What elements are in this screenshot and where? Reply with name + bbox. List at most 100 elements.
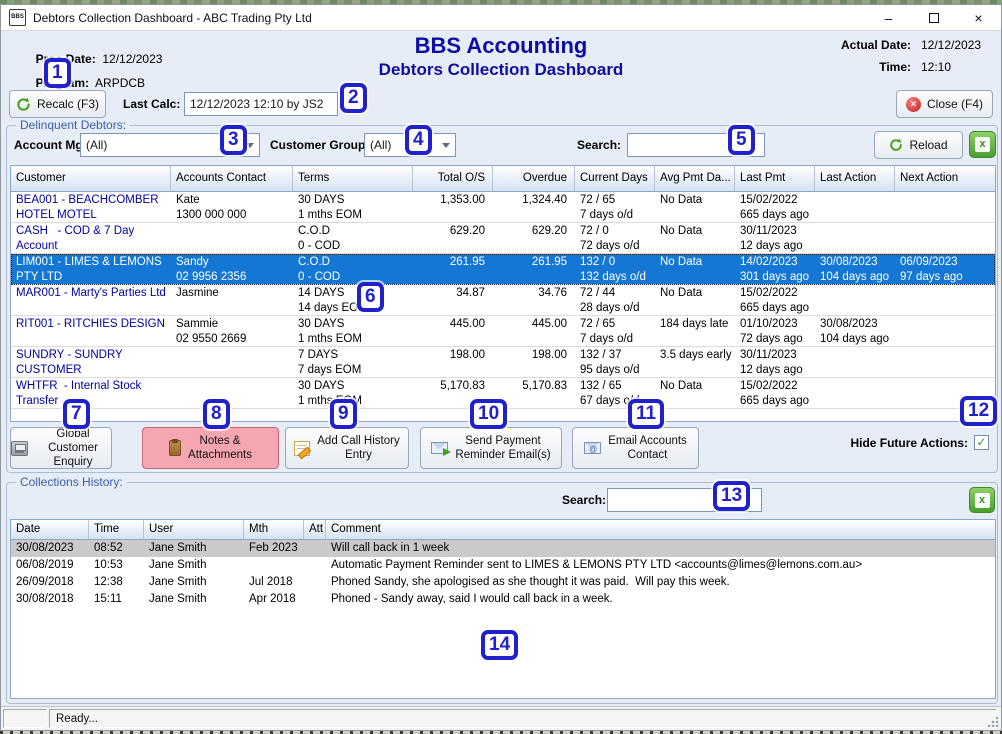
cell-overdue: 629.20 [493,223,575,253]
cell-terms: 7 DAYS7 days EOM [293,347,413,377]
cell-current_days: 132 / 0132 days o/d [575,254,655,284]
email-accounts-contact-icon [584,442,601,454]
history-row[interactable]: 30/08/201815:11Jane SmithApr 2018 Phoned… [11,591,995,608]
cell-total_os: 629.20 [413,223,493,253]
cell-current_days: 72 / 657 days o/d [575,192,655,222]
close-icon: ✕ [906,97,921,112]
table-row[interactable]: SUNDRY - SUNDRYCUSTOMER 7 DAYS7 days EOM… [11,347,995,378]
column-header: Customer [11,166,171,191]
callout-5: 5 [728,125,755,155]
account-mgr-value: (All) [86,138,107,152]
cell-last_action: 30/08/2023104 days ago [815,316,895,346]
app-icon: BBS [9,9,26,26]
close-button[interactable]: ✕ Close (F4) [896,90,993,118]
email-accounts-contact-button[interactable]: Email AccountsContact [572,427,699,469]
excel-export-icon: x [975,493,990,508]
table-row[interactable]: RIT001 - RITCHIES DESIGN Sammie02 9550 2… [11,316,995,347]
cell-terms: C.O.D0 - COD [293,223,413,253]
recalc-recycle-icon [16,97,31,112]
close-window-button[interactable]: × [956,5,1001,31]
cell-contact: Sammie02 9550 2669 [171,316,293,346]
collections-history-group: Collections History: Search: x DateTimeU… [6,482,998,704]
status-bar: Ready... [1,706,1001,730]
cell-total_os: 445.00 [413,316,493,346]
reload-button[interactable]: Reload [874,131,963,159]
cell-total_os: 34.87 [413,285,493,315]
resize-grip-icon[interactable] [988,716,999,727]
cell-mth: Apr 2018 [244,591,304,608]
notes-attachments-button[interactable]: Notes &Attachments [142,427,279,469]
cell-next_action [895,316,995,346]
history-header-row: DateTimeUserMthAttComment [11,520,995,540]
action-buttons: Global CustomerEnquiry Notes &Attachments… [10,427,699,469]
callout-7: 7 [63,399,90,429]
cell-mth [244,557,304,574]
time-value: 12:10 [921,60,993,74]
minimize-button[interactable]: – [866,5,911,31]
cell-contact: Sandy02 9956 2356 [171,254,293,284]
customer-enquiry-button[interactable]: Global CustomerEnquiry [10,427,112,469]
cell-overdue: 445.00 [493,316,575,346]
column-header: Accounts Contact [171,166,293,191]
history-row[interactable]: 26/09/201812:38Jane SmithJul 2018 Phoned… [11,574,995,591]
cell-att [304,591,326,608]
excel-export-button[interactable]: x [969,131,996,158]
cell-comment: Automatic Payment Reminder sent to LIMES… [326,557,995,574]
delinquent-debtors-group-label: Delinquent Debtors: [16,118,130,132]
chevron-down-icon [246,143,254,148]
cell-comment: Will call back in 1 week [326,540,995,557]
maximize-icon [929,13,939,23]
table-row[interactable]: LIM001 - LIMES & LEMONSPTY LTDSandy02 99… [11,254,995,285]
column-header: Att [304,520,326,539]
recalc-button[interactable]: Recalc (F3) [9,90,106,118]
cell-next_action [895,192,995,222]
cell-date: 30/08/2018 [11,591,89,608]
cell-contact [171,378,293,408]
recalc-label: Recalc (F3) [37,97,99,111]
cell-last_action [815,223,895,253]
cell-last_action [815,347,895,377]
cell-contact: Kate1300 000 000 [171,192,293,222]
cell-customer: CASH - COD & 7 DayAccount [11,223,171,253]
cell-overdue: 198.00 [493,347,575,377]
cell-terms: 30 DAYS1 mths EOM [293,192,413,222]
excel-export-button[interactable]: x [969,487,995,513]
callout-14: 14 [481,630,518,660]
cell-overdue: 1,324.40 [493,192,575,222]
cell-avg_pmt: No Data [655,378,735,408]
column-header: Date [11,520,89,539]
time-label: Time: [841,60,911,74]
cell-terms: C.O.D0 - COD [293,254,413,284]
cell-total_os: 198.00 [413,347,493,377]
hide-future-actions-checkbox[interactable]: ✓ [974,435,989,450]
table-row[interactable]: CASH - COD & 7 DayAccount C.O.D0 - COD62… [11,223,995,254]
last-calc-field[interactable]: 12/12/2023 12:10 by JS2 [184,92,338,116]
customer-enquiry-icon [11,441,28,456]
table-row[interactable]: MAR001 - Marty's Parties Ltd Jasmine 14 … [11,285,995,316]
send-payment-reminder-button[interactable]: Send PaymentReminder Email(s) [420,427,562,469]
notes-attachments-icon [169,440,181,456]
history-row[interactable]: 30/08/202308:52Jane SmithFeb 2023 Will c… [11,540,995,557]
cell-terms: 30 DAYS1 mths EOM [293,316,413,346]
callout-11: 11 [628,399,664,429]
column-header: Comment [326,520,995,539]
cell-customer: MAR001 - Marty's Parties Ltd [11,285,171,315]
maximize-button[interactable] [911,5,956,31]
cell-next_action [895,285,995,315]
button-label: Email AccountsContact [608,434,687,462]
cell-avg_pmt: 3.5 days early [655,347,735,377]
excel-export-icon: x [975,137,990,152]
cell-time: 10:53 [89,557,144,574]
customer-group-value: (All) [370,138,391,152]
table-row[interactable]: BEA001 - BEACHCOMBERHOTEL MOTELKate1300 … [11,192,995,223]
cell-avg_pmt: 184 days late [655,316,735,346]
customer-group-label: Customer Group: [270,138,369,152]
reload-label: Reload [909,138,947,152]
callout-3: 3 [220,125,247,155]
callout-2: 2 [340,83,367,113]
cell-date: 30/08/2023 [11,540,89,557]
callout-9: 9 [330,399,357,429]
history-table: DateTimeUserMthAttComment 30/08/202308:5… [10,519,996,699]
add-call-history-button[interactable]: Add Call HistoryEntry [285,427,409,469]
history-row[interactable]: 06/08/201910:53Jane Smith Automatic Paym… [11,557,995,574]
